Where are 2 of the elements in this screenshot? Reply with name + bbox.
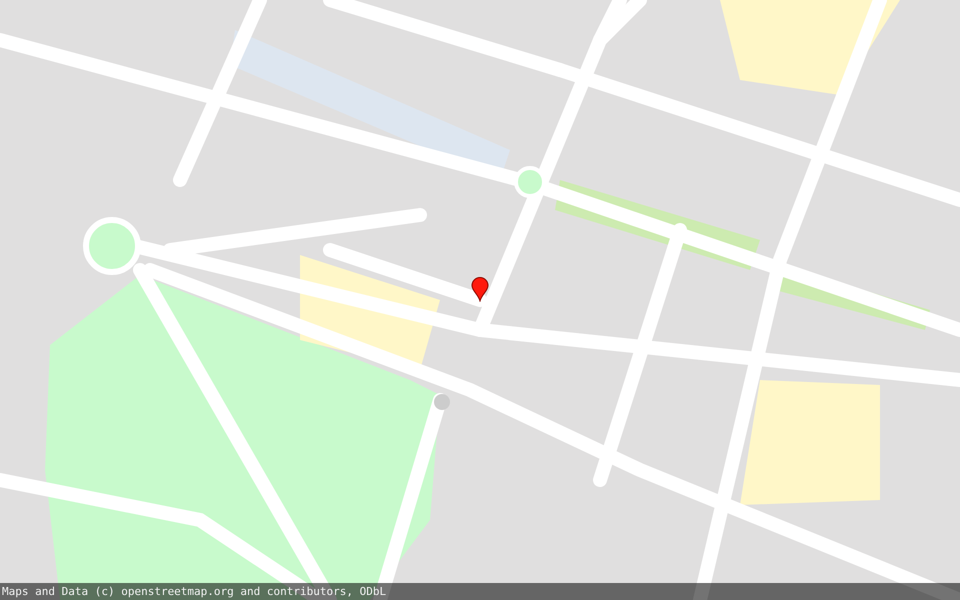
attribution-text: Maps and Data (c) openstreetmap.org and contributors, ODbL: [2, 586, 386, 597]
map-pin-icon[interactable]: [471, 277, 489, 302]
